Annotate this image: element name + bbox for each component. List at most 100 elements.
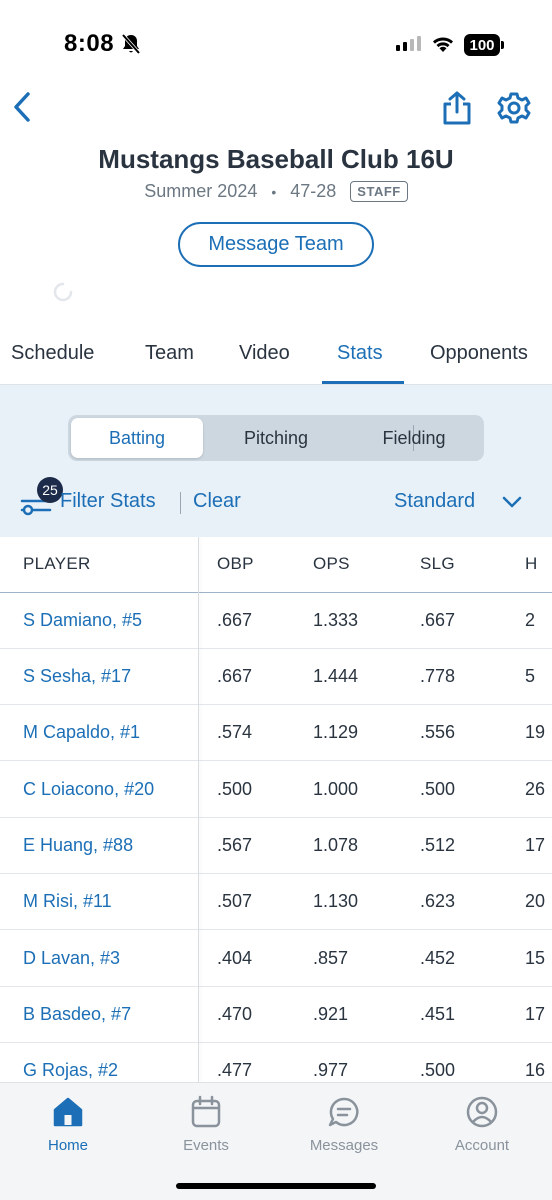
player-name-link[interactable]: M Risi, #11 bbox=[23, 891, 112, 912]
player-name-link[interactable]: S Sesha, #17 bbox=[23, 666, 131, 687]
slg-value: .778 bbox=[420, 666, 456, 686]
table-row: M Capaldo, #1 .574 1.129 .556 19 bbox=[0, 705, 552, 761]
table-row: D Lavan, #3 .404 .857 .452 15 bbox=[0, 931, 552, 987]
stat-type-segmented-control: Batting Pitching Fielding bbox=[68, 415, 484, 461]
player-name-link[interactable]: C Loiacono, #20 bbox=[23, 779, 154, 800]
nav-events[interactable]: Events bbox=[156, 1095, 256, 1165]
frozen-column-divider bbox=[198, 537, 199, 1082]
segment-pitching[interactable]: Pitching bbox=[208, 418, 344, 458]
home-indicator bbox=[176, 1183, 376, 1189]
team-meta: Summer 2024 • 47-28 STAFF bbox=[0, 181, 552, 202]
table-row: B Basdeo, #7 .470 .921 .451 17 bbox=[0, 987, 552, 1043]
hits-value: 17 bbox=[525, 835, 546, 855]
team-record: 47-28 bbox=[290, 181, 337, 201]
tab-video[interactable]: Video bbox=[239, 342, 290, 365]
nav-home-label: Home bbox=[47, 1137, 88, 1154]
obp-value: .667 bbox=[217, 666, 253, 686]
clear-filters-button[interactable]: Clear bbox=[193, 490, 241, 513]
slg-value: .452 bbox=[420, 948, 456, 968]
wifi-icon bbox=[433, 37, 453, 52]
ops-value: .921 bbox=[313, 1004, 349, 1024]
active-tab-indicator bbox=[322, 381, 404, 384]
table-row: C Loiacono, #20 .500 1.000 .500 26 bbox=[0, 762, 552, 818]
filter-stats-button[interactable]: Filter Stats bbox=[60, 490, 156, 513]
tab-team[interactable]: Team bbox=[145, 342, 194, 365]
stats-controls-panel: Batting Pitching Fielding bbox=[0, 385, 552, 537]
ops-value: 1.000 bbox=[313, 779, 359, 799]
ops-value: .977 bbox=[313, 1060, 349, 1080]
slg-value: .556 bbox=[420, 722, 456, 742]
team-title: Mustangs Baseball Club 16U bbox=[98, 144, 454, 174]
stat-view-select[interactable]: Standard bbox=[394, 490, 475, 513]
hits-value: 17 bbox=[525, 1004, 546, 1024]
table-row: G Rojas, #2 .477 .977 .500 16 bbox=[0, 1043, 552, 1082]
player-name-link[interactable]: S Damiano, #5 bbox=[23, 610, 142, 631]
hits-value: 26 bbox=[525, 779, 546, 799]
message-icon bbox=[328, 1097, 359, 1127]
player-name-link[interactable]: M Capaldo, #1 bbox=[23, 722, 140, 743]
filter-divider bbox=[180, 492, 181, 514]
nav-messages-label: Messages bbox=[309, 1137, 379, 1154]
hits-value: 5 bbox=[525, 666, 536, 686]
hits-value: 20 bbox=[525, 891, 546, 911]
refresh-spinner-icon bbox=[53, 282, 73, 302]
slg-value: .451 bbox=[420, 1004, 456, 1024]
ops-value: .857 bbox=[313, 948, 349, 968]
nav-messages[interactable]: Messages bbox=[294, 1095, 394, 1165]
bell-slash-icon bbox=[121, 33, 141, 55]
slg-value: .500 bbox=[420, 1060, 456, 1080]
battery-icon: 100 bbox=[464, 34, 504, 56]
slg-value: .500 bbox=[420, 779, 456, 799]
column-header-player[interactable]: PLAYER bbox=[23, 554, 91, 574]
column-header-ops[interactable]: OPS bbox=[313, 554, 350, 574]
share-icon[interactable] bbox=[440, 90, 474, 126]
obp-value: .507 bbox=[217, 891, 253, 911]
segment-batting[interactable]: Batting bbox=[71, 418, 203, 458]
ops-value: 1.078 bbox=[313, 835, 359, 855]
tab-stats[interactable]: Stats bbox=[337, 342, 383, 365]
column-header-obp[interactable]: OBP bbox=[217, 554, 254, 574]
obp-value: .500 bbox=[217, 779, 253, 799]
hits-value: 15 bbox=[525, 948, 546, 968]
player-name-link[interactable]: B Basdeo, #7 bbox=[23, 1004, 131, 1025]
table-row: E Huang, #88 .567 1.078 .512 17 bbox=[0, 818, 552, 874]
hits-value: 2 bbox=[525, 610, 536, 630]
obp-value: .477 bbox=[217, 1060, 253, 1080]
ops-value: 1.130 bbox=[313, 891, 359, 911]
hits-value: 19 bbox=[525, 722, 546, 742]
table-header-row: PLAYER OBP OPS SLG H bbox=[0, 537, 552, 593]
chevron-down-icon[interactable] bbox=[500, 490, 524, 514]
player-name-link[interactable]: G Rojas, #2 bbox=[23, 1060, 118, 1081]
column-header-h[interactable]: H bbox=[525, 554, 538, 574]
table-row: M Risi, #11 .507 1.130 .623 20 bbox=[0, 874, 552, 930]
nav-events-label: Events bbox=[183, 1137, 229, 1154]
separator-dot: • bbox=[271, 183, 277, 200]
table-row: S Damiano, #5 .667 1.333 .667 2 bbox=[0, 593, 552, 649]
batting-stats-table: PLAYER OBP OPS SLG H S Damiano, #5 .667 … bbox=[0, 537, 552, 1082]
nav-account-label: Account bbox=[454, 1137, 510, 1154]
slg-value: .512 bbox=[420, 835, 456, 855]
nav-account[interactable]: Account bbox=[432, 1095, 532, 1165]
status-time: 8:08 bbox=[64, 30, 115, 57]
table-row: S Sesha, #17 .667 1.444 .778 5 bbox=[0, 649, 552, 705]
ops-value: 1.129 bbox=[313, 722, 359, 742]
staff-badge: STAFF bbox=[350, 181, 408, 202]
nav-home[interactable]: Home bbox=[18, 1095, 118, 1165]
column-header-slg[interactable]: SLG bbox=[420, 554, 455, 574]
cellular-signal-icon bbox=[396, 36, 421, 51]
back-button[interactable] bbox=[8, 86, 36, 126]
tab-opponents[interactable]: Opponents bbox=[430, 342, 528, 365]
message-team-button[interactable]: Message Team bbox=[178, 222, 374, 267]
obp-value: .667 bbox=[217, 610, 253, 630]
slg-value: .623 bbox=[420, 891, 456, 911]
season-label: Summer 2024 bbox=[144, 181, 258, 201]
obp-value: .567 bbox=[217, 835, 253, 855]
battery-level: 100 bbox=[464, 34, 500, 56]
segment-fielding[interactable]: Fielding bbox=[348, 418, 480, 458]
gear-icon[interactable] bbox=[497, 90, 531, 126]
player-name-link[interactable]: D Lavan, #3 bbox=[23, 948, 120, 969]
player-name-link[interactable]: E Huang, #88 bbox=[23, 835, 133, 856]
ops-value: 1.333 bbox=[313, 610, 359, 630]
hits-value: 16 bbox=[525, 1060, 546, 1080]
tab-schedule[interactable]: Schedule bbox=[11, 342, 94, 365]
